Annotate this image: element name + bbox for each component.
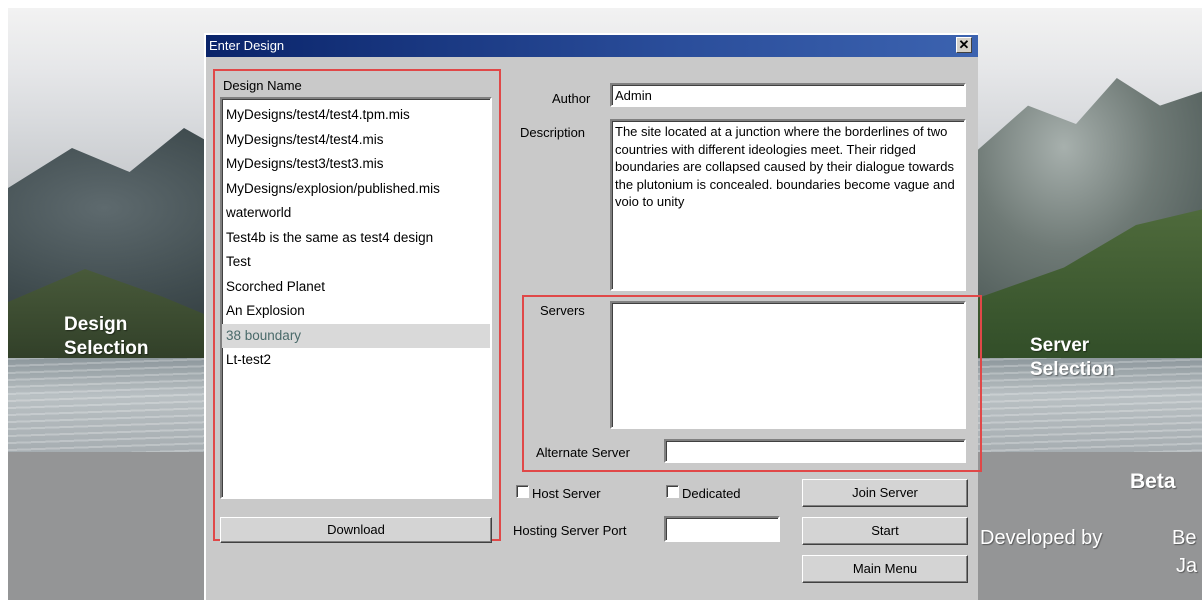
author-field[interactable]: Admin: [610, 83, 966, 107]
dedicated-label: Dedicated: [682, 486, 741, 501]
design-list-item[interactable]: Scorched Planet: [222, 275, 490, 300]
join-server-button[interactable]: Join Server: [802, 479, 968, 507]
dedicated-checkbox[interactable]: [666, 485, 679, 498]
main-menu-button[interactable]: Main Menu: [802, 555, 968, 583]
description-label: Description: [520, 125, 586, 140]
author-label: Author: [552, 91, 591, 106]
design-selection-line2: Selection: [64, 338, 149, 359]
design-list-item[interactable]: MyDesigns/test4/test4.tpm.mis: [222, 103, 490, 128]
credit-line1: Be: [1172, 527, 1197, 549]
host-server-checkbox[interactable]: [516, 485, 529, 498]
alternate-server-value: [666, 441, 964, 445]
start-button[interactable]: Start: [802, 517, 968, 545]
design-name-label: Design Name: [223, 78, 302, 93]
description-field[interactable]: The site located at a junction where the…: [610, 119, 966, 291]
close-icon: ✕: [958, 37, 970, 52]
hosting-port-value: [666, 518, 778, 522]
dialog-titlebar[interactable]: Enter Design ✕: [206, 35, 978, 57]
author-value: Admin: [615, 88, 652, 103]
alternate-server-label: Alternate Server: [536, 445, 630, 460]
description-value: The site located at a junction where the…: [615, 124, 955, 209]
server-selection-line2: Selection: [1030, 359, 1115, 380]
servers-label: Servers: [540, 303, 585, 318]
design-list-item[interactable]: waterworld: [222, 201, 490, 226]
design-list-item[interactable]: An Explosion: [222, 299, 490, 324]
design-selection-line1: Design: [64, 314, 128, 335]
server-selection-label: Server Selection: [1030, 334, 1114, 382]
servers-list[interactable]: [610, 301, 966, 429]
alternate-server-field[interactable]: [664, 439, 966, 463]
credit-line2: Ja: [1176, 555, 1198, 577]
design-list-items: MyDesigns/test4/test4.tpm.mis MyDesigns/t…: [222, 99, 490, 373]
design-list-item[interactable]: MyDesigns/explosion/published.mis: [222, 177, 490, 202]
design-list-item[interactable]: Test: [222, 250, 490, 275]
design-list-item[interactable]: 38 boundary: [222, 323, 490, 348]
hosting-port-field[interactable]: [664, 516, 780, 542]
host-server-label: Host Server: [532, 486, 601, 501]
server-selection-line1: Server: [1030, 335, 1090, 356]
developed-by-label: Developed by: [980, 527, 1103, 549]
design-list-item[interactable]: Test4b is the same as test4 design: [222, 226, 490, 251]
design-list-item[interactable]: MyDesigns/test3/test3.mis: [222, 152, 490, 177]
beta-label: Beta: [1130, 470, 1176, 493]
hosting-port-label: Hosting Server Port: [513, 523, 627, 538]
design-selection-label: Design Selection: [64, 313, 148, 361]
enter-design-dialog: Enter Design ✕ Design Name MyDesigns/tes…: [204, 33, 982, 600]
download-button[interactable]: Download: [220, 517, 492, 543]
dialog-title: Enter Design: [209, 38, 285, 53]
design-list-item[interactable]: Lt-test2: [222, 348, 490, 373]
design-list[interactable]: MyDesigns/test4/test4.tpm.mis MyDesigns/t…: [220, 97, 492, 499]
design-list-item[interactable]: MyDesigns/test4/test4.mis: [222, 128, 490, 153]
close-button[interactable]: ✕: [956, 37, 972, 53]
